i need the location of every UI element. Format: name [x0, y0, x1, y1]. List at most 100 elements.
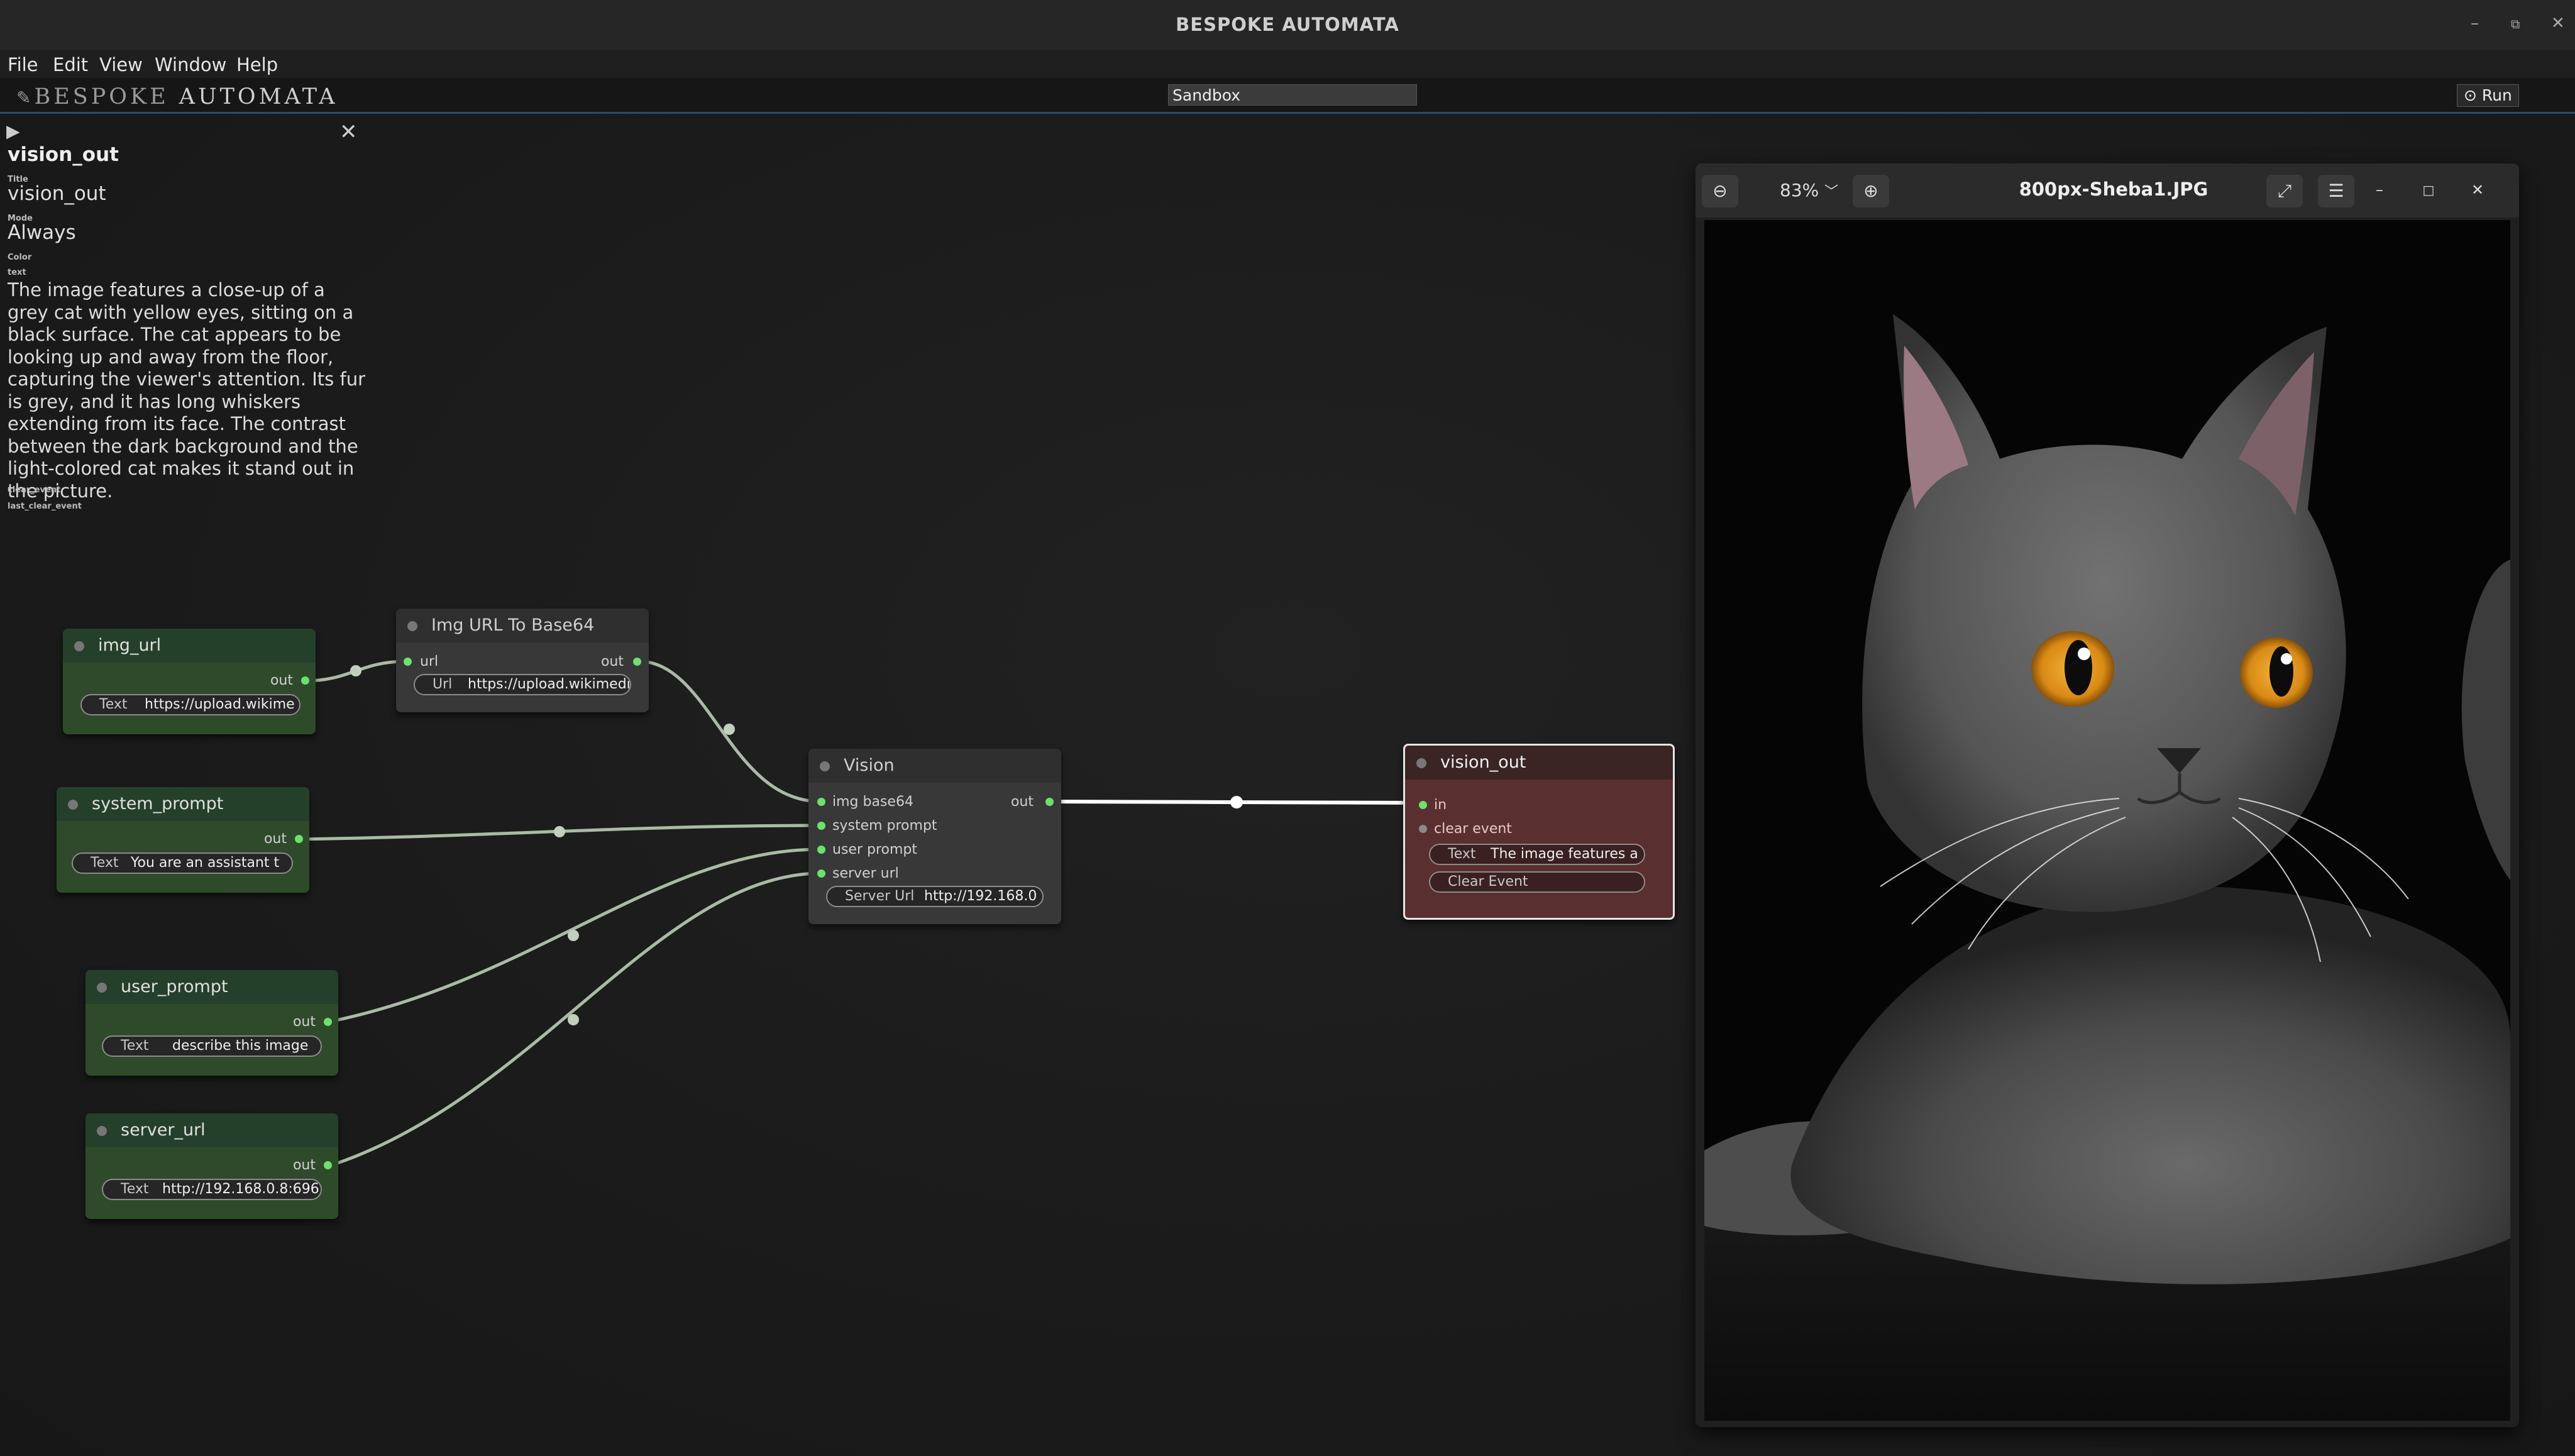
out-port-label: out	[292, 1014, 316, 1030]
menu-window[interactable]: Window	[155, 54, 226, 75]
field-value: http://192.168.0	[924, 888, 1037, 904]
close-icon[interactable]: ✕	[2466, 179, 2489, 201]
out-pin[interactable]	[1045, 798, 1054, 806]
close-icon[interactable]: ✕	[2551, 14, 2565, 33]
text-field[interactable]: Text You are an assistant t	[72, 852, 293, 874]
run-button-label: Run	[2481, 86, 2512, 104]
restore-icon[interactable]: ⧉	[2511, 16, 2520, 31]
clear-event-button[interactable]: Clear Event	[1429, 871, 1645, 893]
image-viewer-window[interactable]: ⊖ 83% ﹀ ⊕ 800px-Sheba1.JPG ⤢ ☰ – □ ✕	[1696, 163, 2519, 1427]
node-title: Vision	[844, 756, 895, 775]
play-icon[interactable]: ▶	[6, 121, 20, 141]
field-label: Server Url	[845, 888, 915, 904]
server-url-pin[interactable]	[817, 869, 825, 878]
out-pin[interactable]	[324, 1161, 332, 1169]
node-title: server_url	[121, 1120, 206, 1140]
node-vision-out[interactable]: vision_out in clear event Text The image…	[1403, 744, 1675, 920]
node-title: vision_out	[1440, 753, 1526, 772]
node-status-dot	[407, 621, 417, 631]
field-label: Url	[433, 676, 453, 692]
run-button[interactable]: ⊙ Run	[2457, 84, 2519, 107]
field-label: Text	[91, 855, 119, 871]
node-title: system_prompt	[92, 794, 224, 813]
logo-bird-icon: ✎	[16, 87, 35, 108]
system-prompt-pin[interactable]	[817, 822, 825, 830]
field-value: https://upload.wikimedi	[468, 676, 631, 692]
window-title: BESPOKE AUTOMATA	[1176, 14, 1399, 35]
node-system-prompt[interactable]: system_prompt out Text You are an assist…	[57, 787, 309, 893]
button-label: Clear Event	[1448, 874, 1528, 890]
mode-value[interactable]: Always	[8, 221, 76, 244]
logo-text-1: BESPOKE	[34, 84, 169, 109]
text-field[interactable]: Text describe this image	[102, 1035, 322, 1057]
cat-photo	[1704, 220, 2510, 1421]
field-label: Text	[99, 697, 128, 712]
node-header[interactable]: vision_out	[1405, 746, 1673, 780]
app-toolbar: ✎BESPOKE AUTOMATA Sandbox ⊙ Run	[0, 78, 2575, 114]
url-in-pin[interactable]	[404, 658, 412, 666]
clear-event-pin[interactable]	[1419, 825, 1427, 833]
out-pin[interactable]	[324, 1018, 332, 1026]
node-status-dot	[97, 1126, 107, 1136]
user-prompt-pin[interactable]	[817, 846, 825, 854]
menu-bar: File Edit View Window Help	[0, 50, 2575, 78]
menu-edit[interactable]: Edit	[53, 54, 88, 75]
node-header[interactable]: user_prompt	[85, 970, 338, 1004]
out-port-label: out	[1010, 794, 1034, 810]
out-pin[interactable]	[301, 676, 309, 685]
out-port-label: out	[600, 654, 624, 670]
node-header[interactable]: server_url	[85, 1113, 338, 1147]
out-pin[interactable]	[295, 835, 303, 843]
text-field[interactable]: Text The image features a	[1429, 844, 1645, 865]
url-field[interactable]: Url https://upload.wikimedi	[414, 674, 631, 695]
user-prompt-label: user prompt	[832, 842, 917, 858]
node-status-dot	[97, 983, 107, 993]
node-header[interactable]: Vision	[808, 749, 1061, 783]
out-port-label: out	[270, 673, 293, 688]
node-title: Img URL To Base64	[431, 615, 595, 635]
text-label: text	[8, 268, 26, 277]
img-base64-pin[interactable]	[817, 798, 825, 806]
url-port-label: url	[420, 654, 439, 670]
node-server-url[interactable]: server_url out Text http://192.168.0.8:6…	[85, 1113, 338, 1219]
minimize-icon[interactable]: –	[2368, 179, 2391, 201]
title-bar: BESPOKE AUTOMATA – ⧉ ✕	[0, 0, 2575, 51]
node-img-url[interactable]: img_url out Text https://upload.wikime	[63, 629, 316, 734]
maximize-icon[interactable]: □	[2417, 179, 2440, 201]
node-title: img_url	[98, 636, 162, 655]
menu-file[interactable]: File	[8, 54, 38, 75]
close-icon[interactable]: ✕	[339, 119, 358, 145]
out-port-label: out	[263, 831, 287, 847]
field-label: Text	[1448, 846, 1476, 862]
out-pin[interactable]	[633, 658, 641, 666]
node-user-prompt[interactable]: user_prompt out Text describe this image	[85, 970, 338, 1076]
menu-help[interactable]: Help	[236, 54, 278, 75]
in-pin[interactable]	[1419, 801, 1427, 809]
node-vision[interactable]: Vision img base64 system prompt user pro…	[808, 749, 1061, 924]
server-url-field[interactable]: Server Url http://192.168.0	[826, 886, 1044, 907]
img-base64-label: img base64	[832, 794, 913, 810]
image-viewer-header: ⊖ 83% ﹀ ⊕ 800px-Sheba1.JPG ⤢ ☰ – □ ✕	[1696, 163, 2519, 218]
sandbox-name-field[interactable]: Sandbox	[1168, 84, 1417, 106]
hamburger-menu-icon[interactable]: ☰	[2318, 175, 2354, 207]
fullscreen-icon[interactable]: ⤢	[2266, 175, 2303, 207]
app-logo: ✎BESPOKE AUTOMATA	[16, 84, 338, 109]
node-header[interactable]: Img URL To Base64	[396, 609, 649, 643]
field-label: Text	[121, 1038, 149, 1054]
node-title: user_prompt	[121, 977, 228, 996]
minimize-icon[interactable]: –	[2471, 14, 2479, 33]
inspector-node-name: vision_out	[8, 143, 119, 166]
in-port-label: in	[1434, 797, 1447, 813]
field-value: https://upload.wikime	[145, 697, 295, 712]
node-img-url-to-base64[interactable]: Img URL To Base64 url out Url https://up…	[396, 609, 649, 712]
clear-event-label: clear event	[1434, 821, 1512, 837]
field-value: The image features a	[1491, 846, 1638, 862]
text-field[interactable]: Text http://192.168.0.8:696	[102, 1179, 322, 1200]
node-header[interactable]: system_prompt	[57, 787, 309, 821]
run-icon: ⊙	[2464, 86, 2477, 104]
node-header[interactable]: img_url	[63, 629, 316, 663]
menu-view[interactable]: View	[99, 54, 143, 75]
title-value[interactable]: vision_out	[8, 182, 106, 205]
logo-text-2: AUTOMATA	[179, 84, 338, 109]
text-field[interactable]: Text https://upload.wikime	[80, 694, 301, 715]
